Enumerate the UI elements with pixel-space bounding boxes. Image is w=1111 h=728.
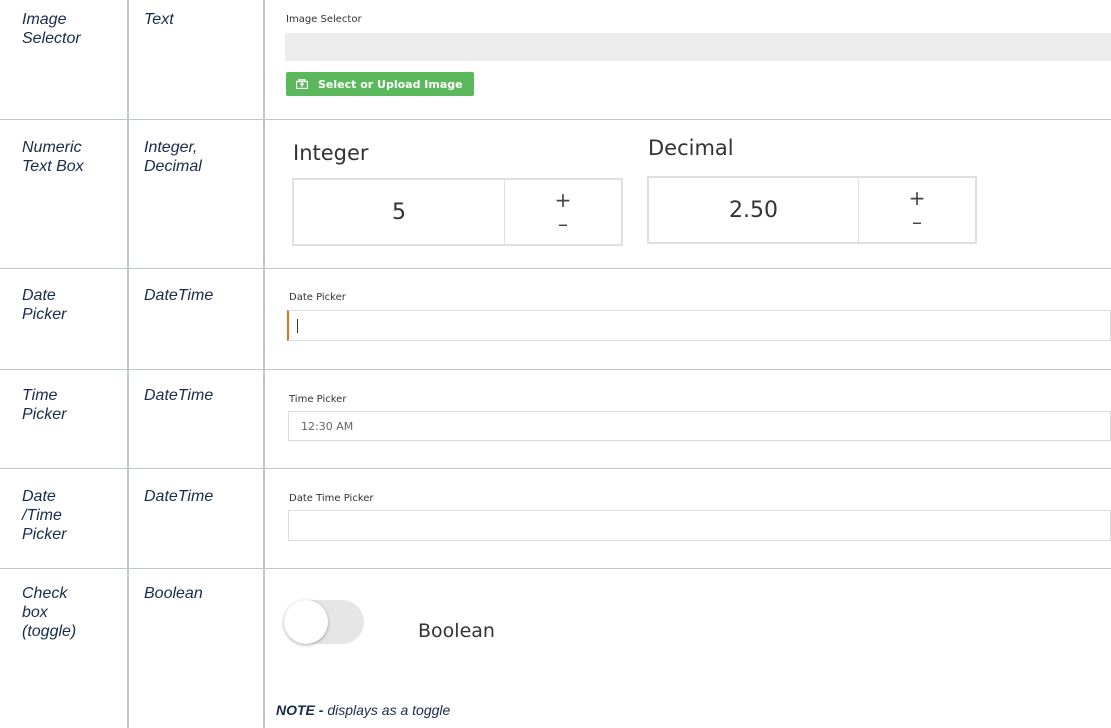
select-upload-image-label: Select or Upload Image [318,77,463,91]
image-selector-field[interactable] [285,33,1111,61]
control-name-cell: Time Picker [22,387,67,423]
boolean-toggle-label: Boolean [418,620,495,642]
decimal-stepper: 2.50 + – [647,176,977,244]
decimal-label: Decimal [648,136,734,160]
date-time-picker-label: Date Time Picker [289,493,374,504]
note-text: displays as a toggle [323,702,451,718]
time-picker-input[interactable]: 12:30 AM [288,411,1111,441]
integer-label: Integer [293,141,369,165]
image-upload-icon [295,79,309,90]
control-name-cell: Date Picker [22,287,67,323]
date-picker-label: Date Picker [289,292,346,303]
integer-stepper: 5 + – [292,178,623,246]
integer-spinner: + – [505,180,621,244]
row-divider [0,369,1111,370]
row-divider [0,268,1111,269]
toggle-knob [284,600,328,644]
data-type-cell: DateTime [144,387,214,404]
date-time-picker-input[interactable] [288,510,1111,541]
control-name-cell: Date /Time Picker [22,488,67,543]
components-table: Image Selector Text Image Selector Selec… [0,0,1111,728]
date-picker-input[interactable] [287,310,1111,341]
control-name-cell: Numeric Text Box [22,139,84,175]
decimal-spinner: + – [859,178,975,242]
data-type-cell: DateTime [144,287,214,304]
control-name-cell: Check box (toggle) [22,585,77,640]
text-cursor [297,318,298,333]
image-selector-label: Image Selector [286,14,362,25]
row-divider [0,568,1111,569]
data-type-cell: Boolean [144,585,203,602]
increment-icon[interactable]: + [909,186,926,210]
decrement-icon[interactable]: – [558,212,568,236]
integer-value[interactable]: 5 [294,180,505,244]
toggle-note: NOTE - displays as a toggle [276,702,450,718]
row-divider [0,468,1111,469]
row-divider [0,119,1111,120]
data-type-cell: DateTime [144,488,214,505]
time-picker-value: 12:30 AM [301,419,354,433]
note-prefix: NOTE - [276,702,324,718]
column-divider [263,0,265,728]
decrement-icon[interactable]: – [912,210,922,234]
decimal-value[interactable]: 2.50 [649,178,859,242]
boolean-toggle[interactable] [284,600,364,644]
data-type-cell: Text [144,11,174,28]
column-divider [127,0,129,728]
time-picker-label: Time Picker [289,394,347,405]
increment-icon[interactable]: + [555,188,572,212]
data-type-cell: Integer, Decimal [144,139,202,175]
select-upload-image-button[interactable]: Select or Upload Image [286,72,474,96]
control-name-cell: Image Selector [22,11,81,47]
